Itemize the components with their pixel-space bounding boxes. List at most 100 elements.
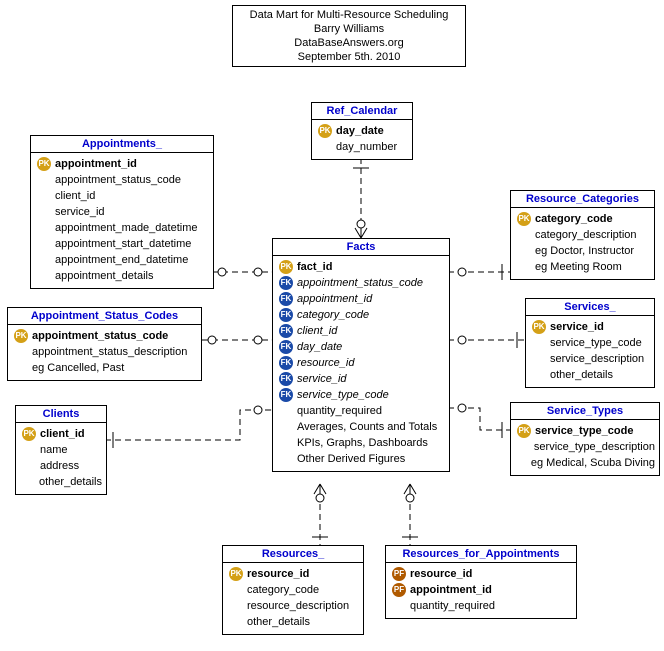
field-label: service_type_code <box>297 387 389 403</box>
field-row: PK appointment_id <box>37 156 209 172</box>
entity-header: Ref_Calendar <box>312 103 412 120</box>
entity-header: Appointments_ <box>31 136 213 153</box>
entity-resource-categories: Resource_Categories PKcategory_codecateg… <box>510 190 655 280</box>
field-label: client_id <box>40 426 85 442</box>
primary-key-icon: PK <box>517 212 531 226</box>
foreign-key-icon: FK <box>279 276 293 290</box>
entity-resources-for-appointments: Resources_for_Appointments PFresource_id… <box>385 545 577 619</box>
entity-header: Appointment_Status_Codes <box>8 308 201 325</box>
field-row: service_type_code <box>532 335 650 351</box>
field-label: appointment_details <box>55 268 153 284</box>
field-row: FKresource_id <box>279 355 445 371</box>
field-row: quantity_required <box>279 403 445 419</box>
field-row: PK service_id <box>532 319 650 335</box>
title-line4: September 5th. 2010 <box>243 50 455 64</box>
field-row: FKcategory_code <box>279 307 445 323</box>
field-row: PFresource_id <box>392 566 572 582</box>
field-label: quantity_required <box>297 403 382 419</box>
field-label: category_description <box>535 227 637 243</box>
field-row: PK service_type_code <box>517 423 655 439</box>
entity-header: Clients <box>16 406 106 423</box>
field-label: appointment_id <box>410 582 492 598</box>
field-label: service_id <box>55 204 105 220</box>
entity-appointment-status-codes: Appointment_Status_Codes PKappointment_s… <box>7 307 202 381</box>
primary-key-icon: PK <box>279 260 293 274</box>
field-label: client_id <box>55 188 95 204</box>
field-label: appointment_status_code <box>55 172 181 188</box>
primary-key-icon: PK <box>14 329 28 343</box>
field-row: category_code <box>229 582 359 598</box>
field-label: resource_description <box>247 598 349 614</box>
entity-resources: Resources_ PKresource_idcategory_coderes… <box>222 545 364 635</box>
field-label: resource_id <box>247 566 309 582</box>
entity-ref-calendar: Ref_Calendar PKday_dateday_number <box>311 102 413 160</box>
entity-appointments: Appointments_ PKappointment_idappointmen… <box>30 135 214 289</box>
field-row: appointment_status_description <box>14 344 197 360</box>
field-row: appointment_made_datetime <box>37 220 209 236</box>
pk-fk-icon: PF <box>392 567 406 581</box>
field-row: Averages, Counts and Totals <box>279 419 445 435</box>
field-row: PF appointment_id <box>392 582 572 598</box>
field-label: appointment_status_code <box>297 275 423 291</box>
field-row: resource_description <box>229 598 359 614</box>
field-label: resource_id <box>297 355 354 371</box>
field-row: FKservice_id <box>279 371 445 387</box>
field-label: appointment_id <box>55 156 137 172</box>
entity-header: Facts <box>273 239 449 256</box>
field-row: Other Derived Figures <box>279 451 445 467</box>
field-row: FK appointment_id <box>279 291 445 307</box>
field-label: category_code <box>535 211 613 227</box>
field-row: name <box>22 442 102 458</box>
field-row: address <box>22 458 102 474</box>
field-label: service_type_code <box>535 423 633 439</box>
field-row: KPIs, Graphs, Dashboards <box>279 435 445 451</box>
field-row: PKresource_id <box>229 566 359 582</box>
field-label: other_details <box>39 474 102 490</box>
primary-key-icon: PK <box>37 157 51 171</box>
field-row: category_description <box>517 227 650 243</box>
title-line2: Barry Williams <box>243 22 455 36</box>
entity-services: Services_ PKservice_idservice_type_codes… <box>525 298 655 388</box>
field-row: service_type_description <box>517 439 655 455</box>
field-label: service_description <box>550 351 644 367</box>
field-label: category_code <box>247 582 319 598</box>
field-label: address <box>40 458 79 474</box>
foreign-key-icon: FK <box>279 324 293 338</box>
diagram-title: Data Mart for Multi-Resource Scheduling … <box>232 5 466 67</box>
field-row: appointment_start_datetime <box>37 236 209 252</box>
field-row: other_details <box>229 614 359 630</box>
entity-facts: Facts PK fact_id FK appointment_status_code… <box>272 238 450 472</box>
field-row: service_description <box>532 351 650 367</box>
primary-key-icon: PK <box>22 427 36 441</box>
foreign-key-icon: FK <box>279 292 293 306</box>
field-row: other_details <box>532 367 650 383</box>
field-label: Averages, Counts and Totals <box>297 419 437 435</box>
field-row: day_number <box>318 139 408 155</box>
field-label: other_details <box>550 367 613 383</box>
entity-header: Resources_for_Appointments <box>386 546 576 563</box>
entity-header: Resources_ <box>223 546 363 563</box>
field-row: eg Medical, Scuba Diving <box>517 455 655 471</box>
field-label: appointment_id <box>297 291 372 307</box>
field-label: fact_id <box>297 259 332 275</box>
title-line1: Data Mart for Multi-Resource Scheduling <box>243 8 455 22</box>
field-label: service_type_description <box>534 439 655 455</box>
title-line3: DataBaseAnswers.org <box>243 36 455 50</box>
field-row: eg Meeting Room <box>517 259 650 275</box>
foreign-key-icon: FK <box>279 308 293 322</box>
entity-header: Service_Types <box>511 403 659 420</box>
entity-service-types: Service_Types PK service_type_codeservice… <box>510 402 660 476</box>
field-row: PKappointment_status_code <box>14 328 197 344</box>
field-row: quantity_required <box>392 598 572 614</box>
field-label: name <box>40 442 68 458</box>
primary-key-icon: PK <box>517 424 531 438</box>
foreign-key-icon: FK <box>279 388 293 402</box>
primary-key-icon: PK <box>532 320 546 334</box>
pk-fk-icon: PF <box>392 583 406 597</box>
field-label: service_type_code <box>550 335 642 351</box>
field-label: appointment_status_description <box>32 344 187 360</box>
entity-clients: Clients PK client_idnameaddressother_deta… <box>15 405 107 495</box>
field-label: Other Derived Figures <box>297 451 405 467</box>
field-label: service_id <box>550 319 604 335</box>
field-row: FK service_type_code <box>279 387 445 403</box>
